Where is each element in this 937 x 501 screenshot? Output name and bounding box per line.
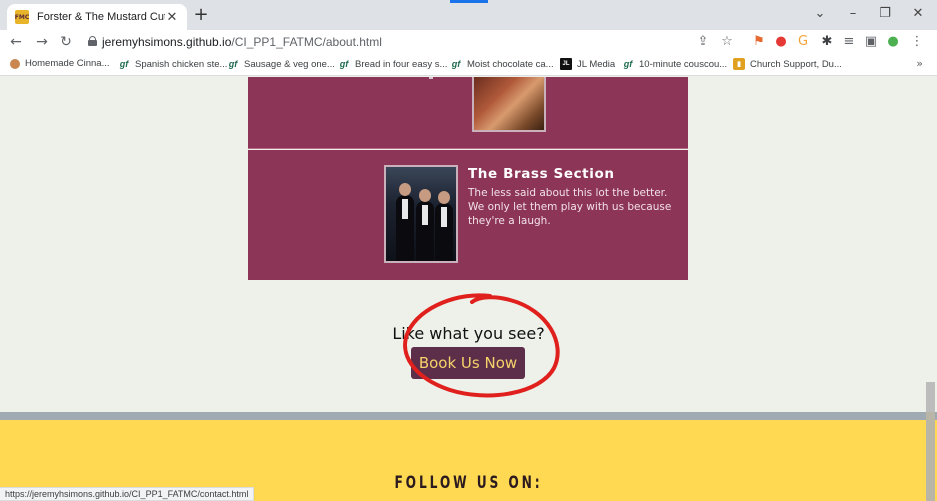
- reload-icon[interactable]: ↻: [56, 32, 76, 52]
- bookmark-item[interactable]: ▮ Church Support, Du...: [733, 58, 842, 70]
- bookmark-item[interactable]: gf Bread in four easy s...: [338, 58, 448, 70]
- band-member-title: The Brass Section: [468, 166, 615, 182]
- extensions-puzzle-icon[interactable]: ✱: [818, 33, 836, 51]
- bookmark-label: Spanish chicken ste...: [135, 58, 228, 70]
- restore-icon[interactable]: ❐: [873, 6, 897, 21]
- address-toolbar: ← → ↻ jeremyhsimons.github.io/CI_PP1_FAT…: [0, 30, 937, 54]
- bookmark-item[interactable]: Homemade Cinna...: [10, 58, 109, 69]
- forward-icon[interactable]: →: [32, 32, 52, 52]
- address-bar[interactable]: jeremyhsimons.github.io/CI_PP1_FATMC/abo…: [102, 35, 382, 49]
- band-member-card: [248, 77, 688, 149]
- footer-divider: [0, 412, 937, 420]
- bookmark-item[interactable]: JL JL Media: [560, 58, 615, 70]
- bookmark-label: Church Support, Du...: [750, 58, 842, 70]
- bookmarks-overflow-icon[interactable]: »: [916, 57, 923, 70]
- extension-g-icon[interactable]: G: [794, 33, 812, 51]
- link-status-bar: https://jeremyhsimons.github.io/CI_PP1_F…: [0, 487, 255, 501]
- gf-icon: gf: [451, 59, 461, 69]
- tab-bar: FMC Forster & The Mustard Cutters ✕ + ⌄ …: [0, 0, 937, 30]
- url-domain: jeremyhsimons.github.io: [102, 35, 232, 49]
- bookmark-item[interactable]: gf 10-minute couscou...: [622, 58, 727, 70]
- side-panel-icon[interactable]: ▣: [862, 33, 880, 51]
- minimize-icon[interactable]: –: [841, 6, 865, 21]
- close-tab-icon[interactable]: ✕: [165, 10, 179, 25]
- new-tab-icon[interactable]: +: [190, 4, 212, 26]
- gf-icon: gf: [623, 59, 633, 69]
- gf-icon: gf: [228, 59, 238, 69]
- share-icon[interactable]: ⇪: [694, 33, 712, 51]
- site-favicon-icon: FMC: [15, 10, 29, 24]
- extension-flag-icon[interactable]: ⚑: [750, 33, 768, 51]
- band-member-card: The Brass Section The less said about th…: [248, 150, 688, 280]
- jl-icon: JL: [560, 58, 572, 70]
- close-window-icon[interactable]: ✕: [906, 6, 930, 21]
- url-path: /CI_PP1_FATMC/about.html: [231, 35, 382, 49]
- person-figure: [396, 183, 414, 261]
- gf-icon: gf: [119, 59, 129, 69]
- gf-icon: gf: [339, 59, 349, 69]
- extension-lastpass-icon[interactable]: ●: [772, 33, 790, 51]
- scrollbar-thumb-upper[interactable]: [926, 382, 935, 412]
- brass-section-photo: [384, 165, 458, 263]
- bookmark-label: JL Media: [577, 58, 616, 70]
- bookmark-label: Sausage & veg one...: [244, 58, 335, 70]
- bookmark-label: Homemade Cinna...: [25, 58, 110, 69]
- profile-avatar-icon[interactable]: ●: [884, 33, 902, 51]
- bookmark-item[interactable]: gf Moist chocolate ca...: [450, 58, 554, 70]
- band-member-description: The less said about this lot the better.…: [468, 187, 672, 227]
- red-circle-annotation: [403, 293, 560, 398]
- bookmark-item[interactable]: gf Sausage & veg one...: [227, 58, 335, 70]
- bookmarks-bar: Homemade Cinna... gf Spanish chicken ste.…: [0, 54, 937, 76]
- bookmark-label: Moist chocolate ca...: [467, 58, 554, 70]
- bookmark-item[interactable]: gf Spanish chicken ste...: [118, 58, 228, 70]
- bookmark-star-icon[interactable]: ☆: [718, 33, 736, 51]
- church-icon: ▮: [733, 58, 745, 70]
- active-tab[interactable]: FMC Forster & The Mustard Cutters ✕: [7, 4, 187, 30]
- page-viewport: The Brass Section The less said about th…: [0, 77, 937, 501]
- reading-list-icon[interactable]: ≡: [840, 33, 858, 51]
- tab-search-icon[interactable]: ⌄: [808, 6, 832, 21]
- bookmark-label: Bread in four easy s...: [355, 58, 448, 70]
- tab-accent: [450, 0, 488, 3]
- bookmark-label: 10-minute couscou...: [639, 58, 728, 70]
- person-figure: [435, 191, 453, 261]
- menu-kebab-icon[interactable]: ⋮: [908, 33, 926, 51]
- cinnamon-icon: [10, 58, 20, 69]
- lock-icon[interactable]: [88, 36, 97, 46]
- band-member-photo: [472, 77, 546, 132]
- person-figure: [416, 189, 434, 261]
- tab-title: Forster & The Mustard Cutters: [37, 11, 165, 23]
- text-fragment: [429, 77, 433, 79]
- back-icon[interactable]: ←: [6, 32, 26, 52]
